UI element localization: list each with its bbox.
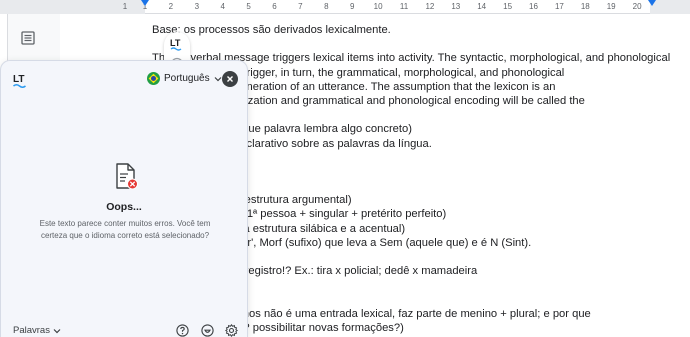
- brazil-flag-icon: [147, 72, 160, 85]
- languagetool-logo-icon: LT: [170, 38, 182, 51]
- ruler-number: 5: [246, 2, 251, 11]
- ruler-number: 19: [606, 2, 616, 11]
- words-label: Palavras: [13, 325, 50, 336]
- panel-footer: Palavras: [1, 320, 247, 337]
- ruler-number: 9: [349, 2, 355, 11]
- document-line[interactable]: [152, 37, 648, 51]
- ruler-number: 11: [399, 2, 409, 11]
- chevron-down-icon: [53, 328, 61, 333]
- smile-icon: [200, 323, 214, 337]
- language-selector[interactable]: Português: [147, 72, 222, 85]
- svg-text:LT: LT: [13, 74, 24, 85]
- ruler-number: 7: [298, 2, 303, 11]
- ruler-number: 14: [477, 2, 487, 11]
- chevron-down-icon: [214, 76, 222, 81]
- languagetool-panel: LT Português Oops... Este texto parece c…: [0, 60, 248, 337]
- ruler-number: 15: [503, 2, 513, 11]
- svg-text:LT: LT: [170, 38, 181, 48]
- ruler-number: 12: [425, 2, 435, 11]
- ruler-number: 4: [220, 2, 225, 11]
- ruler-number: 6: [272, 2, 277, 11]
- ruler-number: 18: [580, 2, 590, 11]
- close-button[interactable]: [222, 71, 238, 87]
- ruler-number: 17: [554, 2, 564, 11]
- ruler-number: 13: [451, 2, 461, 11]
- document-error-icon: [114, 163, 140, 196]
- ruler-number: 3: [194, 2, 200, 11]
- ruler-number: 1: [122, 2, 128, 11]
- help-button[interactable]: [175, 323, 189, 337]
- language-label: Português: [164, 73, 210, 84]
- help-icon: [175, 323, 189, 337]
- ruler-number: 2: [168, 2, 174, 11]
- left-indent-marker[interactable]: [141, 0, 149, 6]
- oops-message: Este texto parece conter muitos erros. V…: [39, 219, 211, 240]
- horizontal-ruler[interactable]: 1 1 2 3 4 5 6 7 8 9 10 11 12 13 14 15 16 17 18 19 20: [0, 0, 690, 14]
- gear-icon: [224, 323, 238, 337]
- panel-header: LT Português: [1, 61, 247, 97]
- ruler-number: 20: [632, 2, 642, 11]
- ruler-number: 8: [324, 2, 329, 11]
- right-indent-marker[interactable]: [648, 0, 656, 6]
- languagetool-logo: LT: [13, 72, 29, 93]
- premium-button[interactable]: [200, 323, 214, 337]
- settings-button[interactable]: [224, 323, 238, 337]
- word-count-dropdown[interactable]: Palavras: [13, 325, 61, 336]
- document-line[interactable]: Base: os processos são derivados lexical…: [152, 23, 648, 37]
- ruler-number: 16: [529, 2, 538, 11]
- document-outline-icon[interactable]: [18, 28, 38, 48]
- ruler-number: 10: [373, 2, 383, 11]
- ruler-margin-right: [650, 0, 690, 14]
- close-icon: [227, 76, 233, 82]
- oops-title: Oops...: [106, 201, 142, 213]
